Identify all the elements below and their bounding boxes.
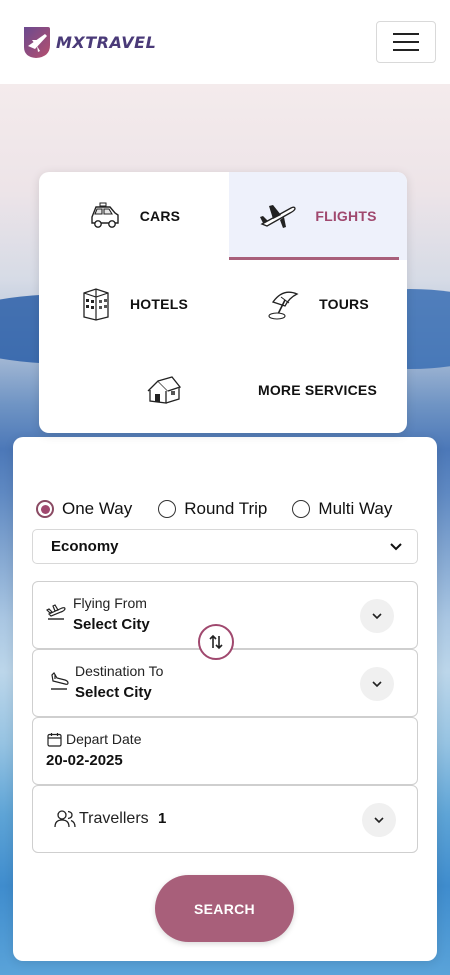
service-label: HOTELS [130,295,188,312]
service-label: MORE SERVICES [257,382,377,398]
house-icon [147,376,182,404]
search-button[interactable]: SEARCH [155,875,294,942]
radio-round-trip[interactable] [158,500,177,518]
travellers-dropdown-button[interactable] [362,803,396,837]
swap-arrows-icon [209,634,223,650]
trip-type-round-trip[interactable]: Round Trip [158,499,267,519]
brand-logo[interactable]: MXTRAVEL [20,25,156,59]
airplane-icon [260,205,296,228]
trip-type-label: Multi Way [318,499,393,518]
trip-type-label: One Way [62,499,133,518]
flying-from-label: Flying From [73,595,147,611]
radio-multi-way[interactable] [292,500,311,518]
flight-search-form: One Way Round Trip Multi Way Economy Fly… [13,437,437,961]
hamburger-menu-button[interactable] [376,21,436,63]
trip-type-multi-way[interactable]: Multi Way [292,499,392,519]
depart-date-value: 20-02-2025 [46,752,123,769]
brand-plane-logo-icon [24,27,50,58]
depart-date-label: Depart Date [66,731,142,747]
trip-type-selector: One Way Round Trip Multi Way [36,497,416,521]
service-tab-tours[interactable]: TOURS [229,260,407,347]
top-navbar: MXTRAVEL [0,0,450,84]
service-tab-more-icon[interactable] [39,347,229,433]
menu-bar-icon [393,41,419,43]
service-tab-more-services[interactable]: MORE SERVICES [229,347,407,433]
chevron-down-icon [372,680,382,687]
travellers-field[interactable]: Travellers 1 [32,785,418,853]
tour-umbrella-icon [268,291,299,320]
flying-from-dropdown-button[interactable] [360,599,394,633]
service-label: CARS [139,208,181,224]
service-tabs: CARS FLIGHTS HOTELS TOURS MORE SERVICES [39,172,407,433]
radio-one-way[interactable] [36,500,54,518]
trip-type-label: Round Trip [184,499,268,518]
depart-date-field[interactable]: Depart Date 20-02-2025 [32,717,418,785]
hotel-icon [83,287,109,321]
users-icon [54,810,76,828]
service-tab-cars[interactable]: CARS [39,172,229,260]
menu-bar-icon [393,33,419,35]
chevron-down-icon [372,612,382,619]
flying-from-value: Select City [73,616,150,633]
travellers-count: 1 [158,810,167,827]
service-label: FLIGHTS [315,208,377,224]
destination-field[interactable]: Destination To Select City [32,649,418,717]
service-tab-flights[interactable]: FLIGHTS [229,172,407,260]
menu-bar-icon [393,49,419,51]
service-label: TOURS [319,295,369,312]
destination-value: Select City [75,684,152,701]
destination-label: Destination To [75,663,164,679]
travellers-label: Travellers [79,810,149,827]
brand-name: MXTRAVEL [56,32,157,52]
swap-cities-button[interactable] [198,624,234,660]
plane-landing-icon [51,672,69,690]
plane-takeoff-icon [46,604,66,620]
cabin-class-value: Economy [51,538,119,555]
chevron-down-icon [374,816,384,823]
calendar-icon [47,733,62,747]
service-tab-hotels[interactable]: HOTELS [39,260,229,347]
trip-type-one-way[interactable]: One Way [36,499,132,519]
car-icon [91,202,119,228]
cabin-class-select[interactable]: Economy [32,529,418,564]
chevron-down-icon [390,542,402,550]
destination-dropdown-button[interactable] [360,667,394,701]
